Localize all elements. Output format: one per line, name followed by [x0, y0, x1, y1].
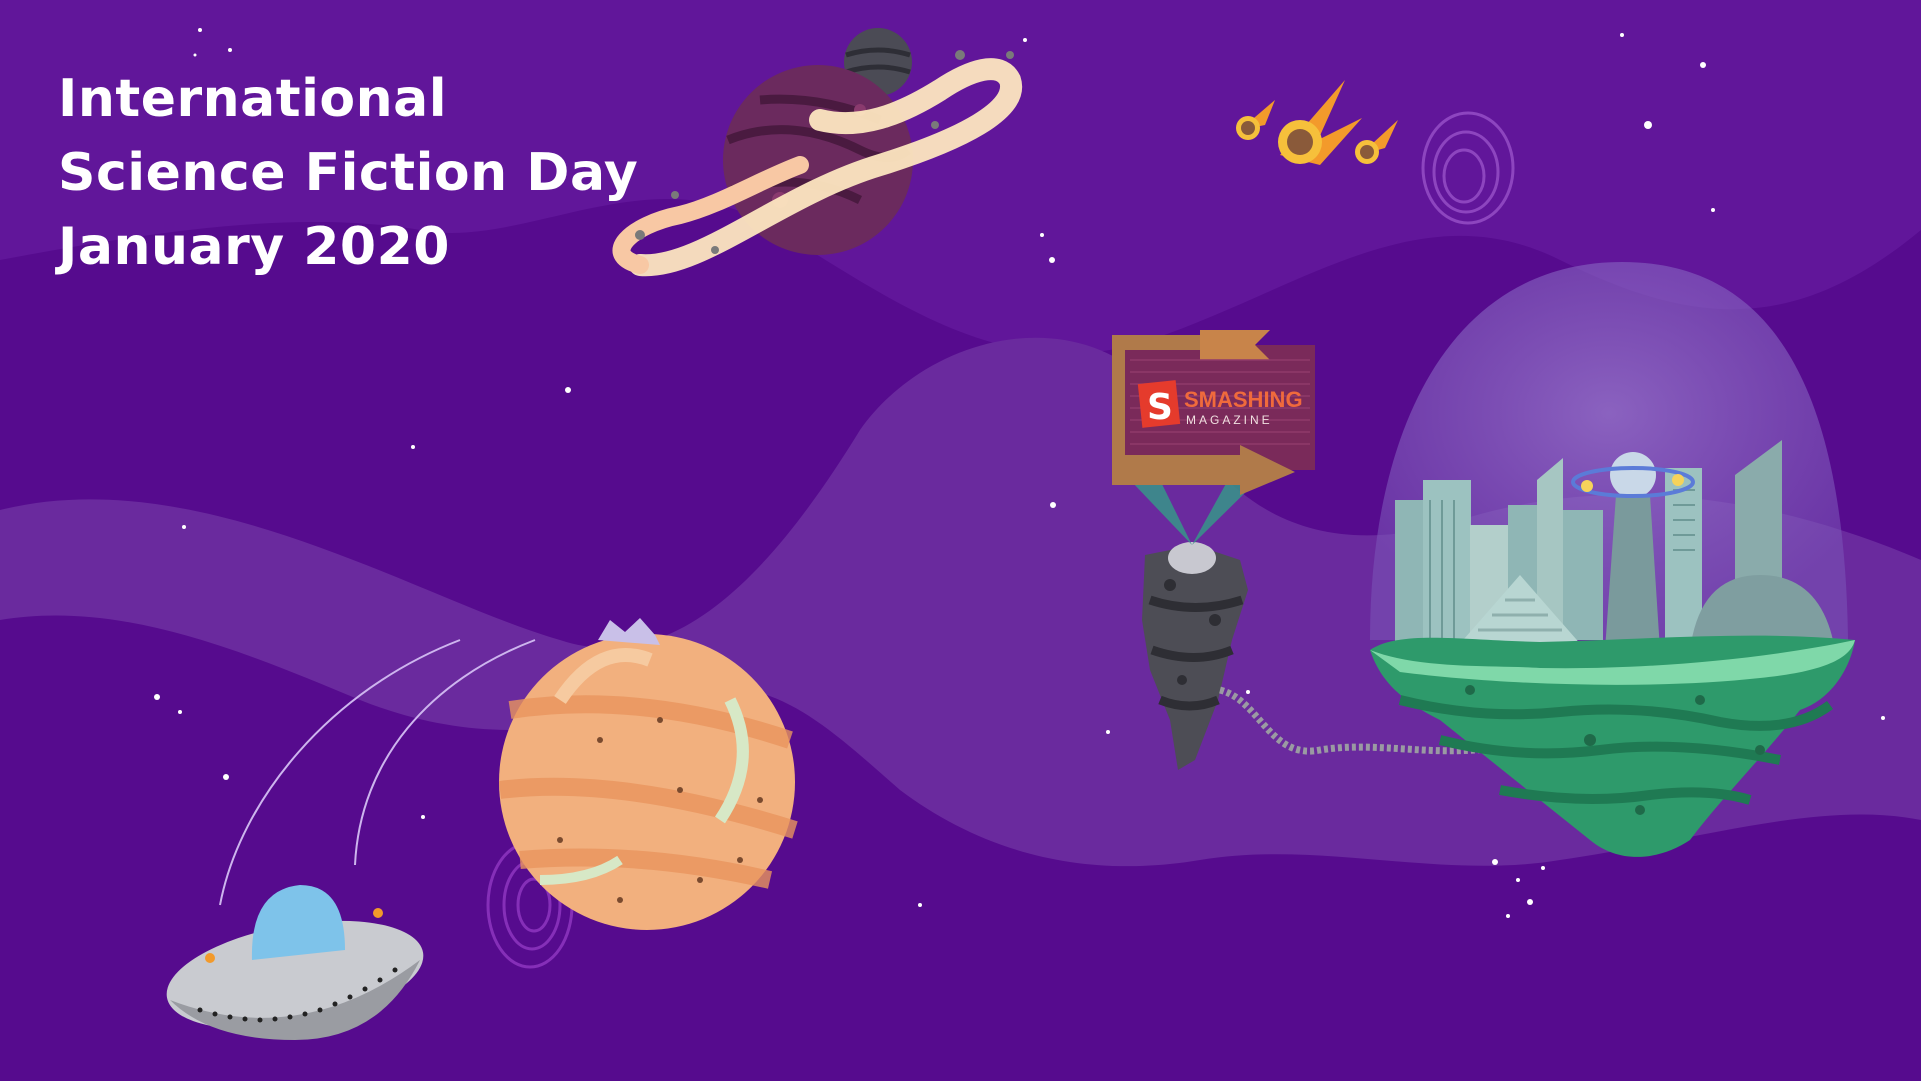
- star: [1246, 690, 1250, 694]
- star: [1023, 38, 1027, 42]
- star: [193, 53, 197, 57]
- star: [1881, 716, 1885, 720]
- star: [228, 48, 232, 52]
- star: [565, 387, 571, 393]
- star: [198, 28, 202, 32]
- star: [411, 445, 415, 449]
- wallpaper-scene: S SMASHING MAGAZINE International Scienc…: [0, 0, 1921, 1081]
- star: [1516, 878, 1520, 882]
- smashing-sub-text: MAGAZINE: [1186, 413, 1273, 427]
- star: [1050, 502, 1056, 508]
- star: [1106, 730, 1110, 734]
- star: [182, 525, 186, 529]
- smashing-brand-text: SMASHING: [1184, 387, 1303, 412]
- title-line-2: Science Fiction Day: [58, 143, 639, 203]
- star: [1711, 208, 1715, 212]
- star: [1644, 121, 1652, 129]
- star: [1527, 899, 1533, 905]
- title-line-1: International: [58, 69, 448, 129]
- star: [1492, 859, 1498, 865]
- star: [1700, 62, 1706, 68]
- star: [154, 694, 160, 700]
- star: [1620, 33, 1624, 37]
- star: [1049, 257, 1055, 263]
- star: [223, 774, 229, 780]
- star: [1040, 233, 1044, 237]
- star: [918, 903, 922, 907]
- smashing-sign: S SMASHING MAGAZINE: [1112, 330, 1315, 495]
- page-title: International Science Fiction Day Januar…: [58, 62, 638, 284]
- star: [1506, 914, 1510, 918]
- smashing-logo-letter: S: [1147, 387, 1173, 428]
- title-line-3: January 2020: [58, 217, 450, 277]
- star: [1541, 866, 1545, 870]
- star: [421, 815, 425, 819]
- star: [178, 710, 182, 714]
